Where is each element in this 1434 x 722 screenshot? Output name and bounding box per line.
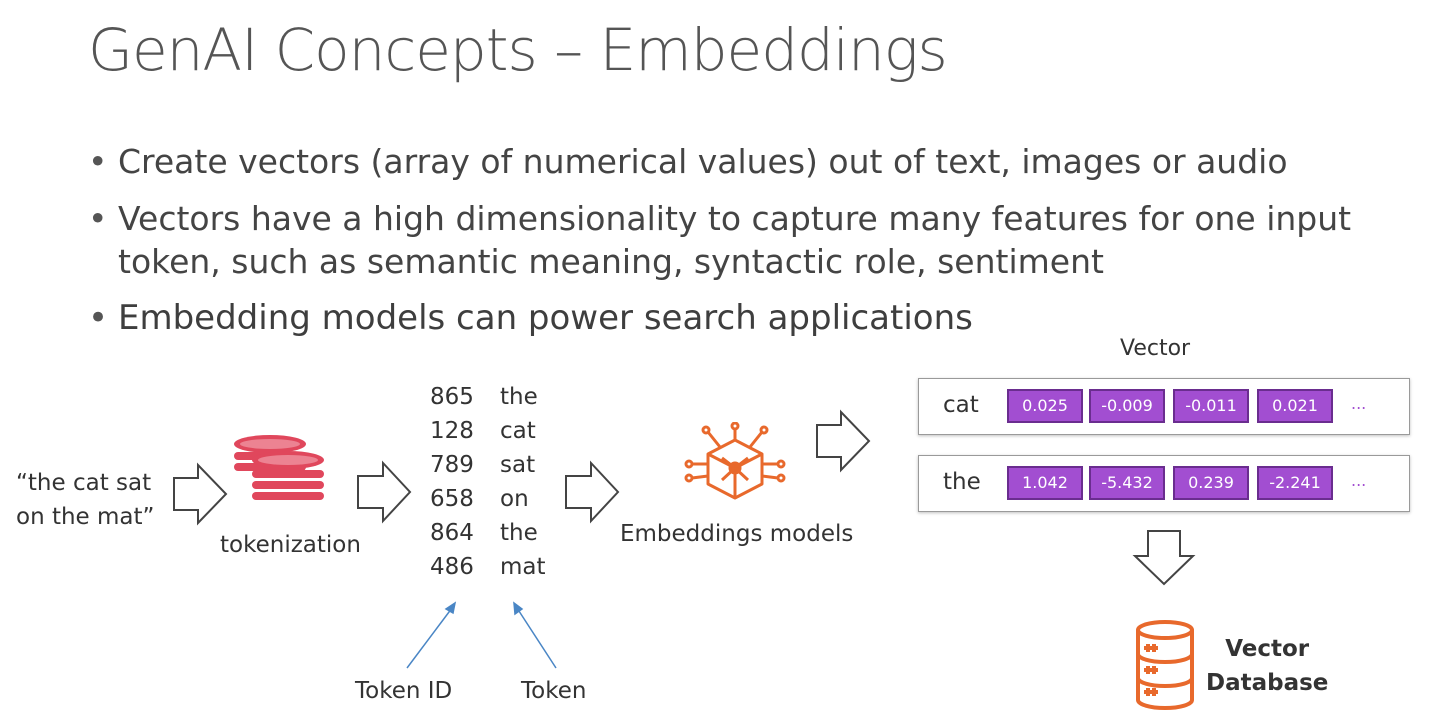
token-id-pointer-arrow bbox=[406, 607, 453, 669]
vector-cell: 0.239 bbox=[1173, 466, 1249, 500]
vector-row-the: the 1.042 -5.432 0.239 -2.241 ... bbox=[918, 455, 1410, 512]
token-id: 865 bbox=[430, 384, 474, 410]
token-row: 658 on bbox=[430, 482, 546, 516]
vector-cell: 0.021 bbox=[1257, 389, 1333, 423]
hollow-arrow-down-icon bbox=[1132, 530, 1196, 586]
hollow-arrow-icon bbox=[816, 409, 871, 473]
token-row: 789 sat bbox=[430, 448, 546, 482]
token-row: 864 the bbox=[430, 516, 546, 550]
token-id: 128 bbox=[430, 418, 474, 444]
token-text: sat bbox=[500, 452, 536, 478]
hollow-arrow-icon bbox=[173, 462, 228, 526]
embeddings-models-label: Embeddings models bbox=[620, 521, 854, 547]
token-label: Token bbox=[521, 678, 587, 704]
vector-cell: -0.009 bbox=[1089, 389, 1165, 423]
vector-database-label-line-2: Database bbox=[1206, 670, 1329, 696]
token-table: 865 the 128 cat 789 sat 658 on 864 the 486 mat bbox=[430, 380, 546, 584]
token-text: mat bbox=[500, 554, 546, 580]
vector-cell: -5.432 bbox=[1089, 466, 1165, 500]
vector-ellipsis: ... bbox=[1351, 471, 1367, 490]
vector-cell: -2.241 bbox=[1257, 466, 1333, 500]
vector-heading: Vector bbox=[1120, 336, 1191, 361]
token-id-label: Token ID bbox=[355, 678, 453, 704]
token-id: 486 bbox=[430, 554, 474, 580]
token-text: cat bbox=[500, 418, 536, 444]
vector-cell: 1.042 bbox=[1007, 466, 1083, 500]
vector-database-label: Vector Database bbox=[1206, 632, 1328, 700]
hollow-arrow-icon bbox=[565, 460, 620, 524]
neural-network-cube-icon bbox=[684, 422, 786, 500]
token-text: on bbox=[500, 486, 529, 512]
vector-word: the bbox=[943, 469, 981, 495]
token-text: the bbox=[500, 384, 538, 410]
vector-ellipsis: ... bbox=[1351, 394, 1367, 413]
hollow-arrow-icon bbox=[357, 460, 412, 524]
token-row: 486 mat bbox=[430, 550, 546, 584]
token-id: 864 bbox=[430, 520, 474, 546]
stacked-coins-icon bbox=[234, 435, 324, 500]
token-id: 789 bbox=[430, 452, 474, 478]
vector-row-cat: cat 0.025 -0.009 -0.011 0.021 ... bbox=[918, 378, 1410, 435]
vector-database-label-line-1: Vector bbox=[1225, 636, 1310, 662]
diagram-arrows bbox=[173, 409, 1196, 669]
vector-word: cat bbox=[943, 392, 979, 418]
token-id: 658 bbox=[430, 486, 474, 512]
token-text: the bbox=[500, 520, 538, 546]
token-row: 865 the bbox=[430, 380, 546, 414]
vector-cell: 0.025 bbox=[1007, 389, 1083, 423]
token-pointer-arrow bbox=[516, 607, 557, 669]
database-icon bbox=[1136, 620, 1194, 710]
tokenization-label: tokenization bbox=[220, 532, 361, 558]
token-row: 128 cat bbox=[430, 414, 546, 448]
vector-cell: -0.011 bbox=[1173, 389, 1249, 423]
